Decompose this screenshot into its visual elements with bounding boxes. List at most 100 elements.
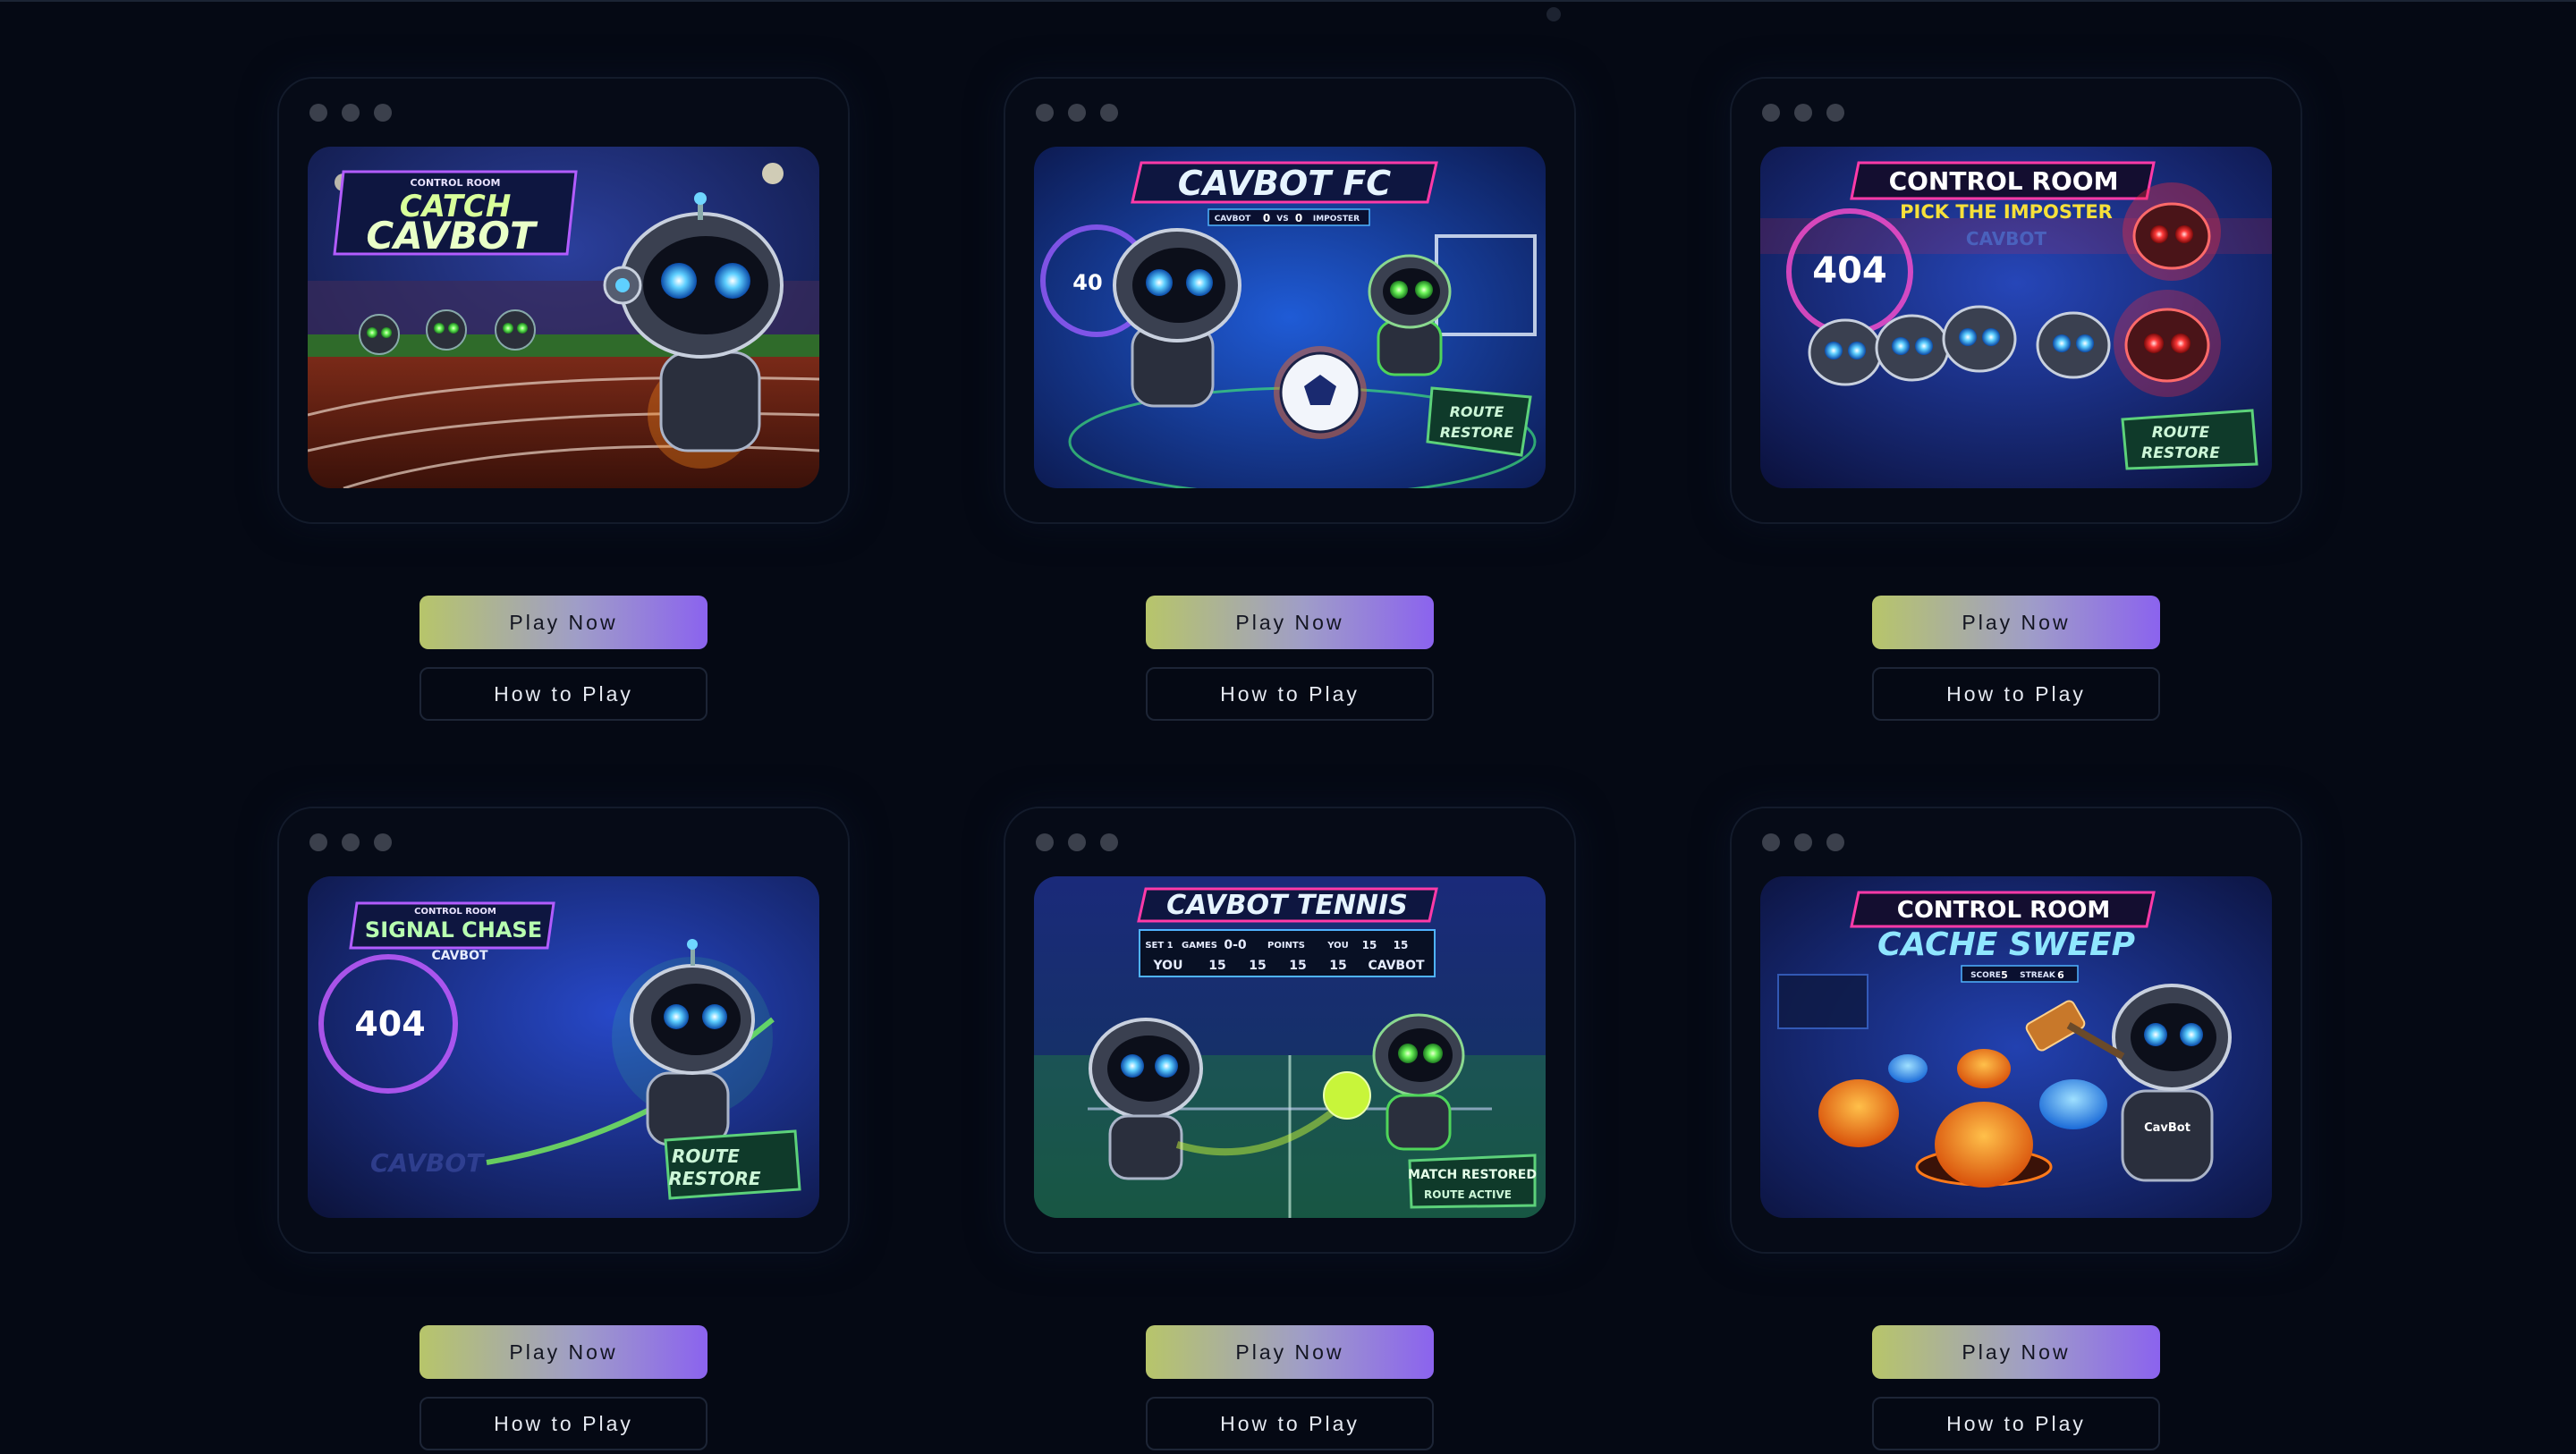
- window-dot: [1100, 104, 1118, 122]
- streak-value: 6: [2057, 969, 2064, 981]
- catch-cavbot-art: CONTROL ROOM CATCH CAVBOT: [308, 147, 819, 488]
- play-now-button[interactable]: Play Now: [419, 596, 708, 649]
- score-cell: 15: [1249, 959, 1266, 973]
- score-label: SCORE: [1970, 971, 2001, 980]
- score-cell: 15: [1329, 959, 1346, 973]
- game-thumbnail[interactable]: 404 CONTROL ROOM PICK THE IMPOSTER CAVBO…: [1760, 147, 2272, 488]
- card-frame: CAVBOT TENNIS SET 1 GAMES 0-0 POINTS YOU…: [1004, 807, 1576, 1254]
- window-dot: [1762, 104, 1780, 122]
- stadium-light: [762, 163, 784, 184]
- score-left-label: CAVBOT: [1215, 215, 1251, 224]
- sign-line2: ROUTE ACTIVE: [1424, 1188, 1512, 1201]
- window-dot: [1794, 833, 1812, 851]
- play-now-button[interactable]: Play Now: [1872, 1325, 2160, 1379]
- sign-line1: ROUTE: [1450, 403, 1504, 420]
- cavbot-fc-art: 40 CAVBOT FC CAVBOT 0 VS 0 IMPOSTER ROUT…: [1034, 147, 1546, 488]
- how-to-play-button[interactable]: How to Play: [419, 1397, 708, 1450]
- window-dot: [1826, 833, 1844, 851]
- window-dots: [309, 833, 392, 851]
- portal-text: 40: [1072, 270, 1102, 295]
- window-dot: [309, 833, 327, 851]
- window-dots: [1762, 104, 1844, 122]
- title-header: CONTROL ROOM: [414, 907, 496, 917]
- imposter-robot-red: [2114, 290, 2221, 397]
- sign-line1: ROUTE: [672, 1145, 740, 1167]
- sign-line2: RESTORE: [668, 1168, 761, 1189]
- route-restore-sign: ROUTE RESTORE: [2121, 409, 2258, 470]
- sign-line1: ROUTE: [2152, 424, 2210, 442]
- window-dots: [1036, 833, 1118, 851]
- score-cell: GAMES: [1182, 941, 1217, 951]
- window-dot: [342, 104, 360, 122]
- opponent-robot-green: [1372, 1013, 1465, 1151]
- window-dots: [309, 104, 392, 122]
- cache-sweep-art: CONTROL ROOM CACHE SWEEP SCORE 5 STREAK …: [1760, 876, 2272, 1218]
- imposter-robot: [1368, 254, 1452, 376]
- how-to-play-button[interactable]: How to Play: [1872, 1397, 2160, 1450]
- score-right-value: 0: [1295, 212, 1302, 224]
- cache-blob-orange: [1818, 1079, 1899, 1147]
- play-now-button[interactable]: Play Now: [1146, 1325, 1434, 1379]
- cache-blob-orange: [1957, 1049, 2011, 1088]
- how-to-play-button[interactable]: How to Play: [419, 667, 708, 721]
- title-line2: CAVBOT: [366, 214, 538, 258]
- how-to-play-button[interactable]: How to Play: [1146, 1397, 1434, 1450]
- play-now-button[interactable]: Play Now: [419, 1325, 708, 1379]
- window-dot: [1826, 104, 1844, 122]
- how-to-play-button[interactable]: How to Play: [1872, 667, 2160, 721]
- score-cell: POINTS: [1267, 941, 1305, 951]
- score-right-label: IMPOSTER: [1313, 215, 1360, 224]
- game-title: CAVBOT TENNIS: [1166, 890, 1408, 921]
- window-dot: [374, 104, 392, 122]
- route-restore-sign: ROUTE RESTORE: [664, 1129, 801, 1200]
- score-value: 5: [2001, 969, 2008, 981]
- play-now-button[interactable]: Play Now: [1872, 596, 2160, 649]
- how-to-play-button[interactable]: How to Play: [1146, 667, 1434, 721]
- card-frame: CONTROL ROOM CATCH CAVBOT: [277, 77, 850, 524]
- window-dots: [1036, 104, 1118, 122]
- chest-label: CavBot: [2144, 1121, 2190, 1135]
- play-now-button[interactable]: Play Now: [1146, 596, 1434, 649]
- score-vs: VS: [1276, 215, 1288, 224]
- page-indicator-dot: [1546, 7, 1561, 21]
- monitor-panel: [1777, 974, 1868, 1029]
- route-restore-sign: ROUTE RESTORE: [1426, 386, 1532, 457]
- game-thumbnail[interactable]: CONTROL ROOM CATCH CAVBOT: [308, 147, 819, 488]
- game-title: CONTROL ROOM: [1897, 897, 2111, 924]
- score-cell: 0-0: [1224, 938, 1247, 952]
- cavbot-tennis-art: CAVBOT TENNIS SET 1 GAMES 0-0 POINTS YOU…: [1034, 876, 1546, 1218]
- game-subtitle: CACHE SWEEP: [1877, 926, 2135, 963]
- window-dot: [1068, 104, 1086, 122]
- streak-label: STREAK: [2020, 971, 2056, 980]
- game-thumbnail[interactable]: CAVBOT TENNIS SET 1 GAMES 0-0 POINTS YOU…: [1034, 876, 1546, 1218]
- card-frame: 404 CAVBOT CONTROL ROOM SIGNAL CHASE CAV…: [277, 807, 850, 1254]
- portal-text: 404: [1812, 250, 1887, 292]
- sign-line2: RESTORE: [1440, 424, 1514, 441]
- game-title: CONTROL ROOM: [1889, 166, 2119, 196]
- window-dot: [342, 833, 360, 851]
- sign-line1: MATCH RESTORED: [1408, 1168, 1537, 1182]
- soccer-ball: [1274, 346, 1367, 439]
- window-dot: [1794, 104, 1812, 122]
- score-left-value: 0: [1263, 212, 1270, 224]
- window-dot: [1068, 833, 1086, 851]
- sign-line2: RESTORE: [2141, 444, 2220, 462]
- window-dots: [1762, 833, 1844, 851]
- score-cell: 15: [1394, 939, 1409, 951]
- pick-imposter-art: 404 CONTROL ROOM PICK THE IMPOSTER CAVBO…: [1760, 147, 2272, 488]
- card-frame: 404 CONTROL ROOM PICK THE IMPOSTER CAVBO…: [1730, 77, 2302, 524]
- game-thumbnail[interactable]: 40 CAVBOT FC CAVBOT 0 VS 0 IMPOSTER ROUT…: [1034, 147, 1546, 488]
- mini-robot: [359, 314, 400, 355]
- score-cell: CAVBOT: [1368, 959, 1425, 973]
- window-dot: [1036, 104, 1054, 122]
- score-cell: 15: [1362, 939, 1377, 951]
- window-dot: [374, 833, 392, 851]
- game-thumbnail[interactable]: CONTROL ROOM CACHE SWEEP SCORE 5 STREAK …: [1760, 876, 2272, 1218]
- game-thumbnail[interactable]: 404 CAVBOT CONTROL ROOM SIGNAL CHASE CAV…: [308, 876, 819, 1218]
- cache-blob-blue: [1888, 1054, 1928, 1083]
- cavbot-watermark: CAVBOT: [370, 1148, 485, 1178]
- match-restored-sign: MATCH RESTORED ROUTE ACTIVE: [1408, 1154, 1537, 1209]
- portal-text: 404: [354, 1004, 425, 1044]
- top-divider: [0, 0, 2576, 2]
- card-frame: 40 CAVBOT FC CAVBOT 0 VS 0 IMPOSTER ROUT…: [1004, 77, 1576, 524]
